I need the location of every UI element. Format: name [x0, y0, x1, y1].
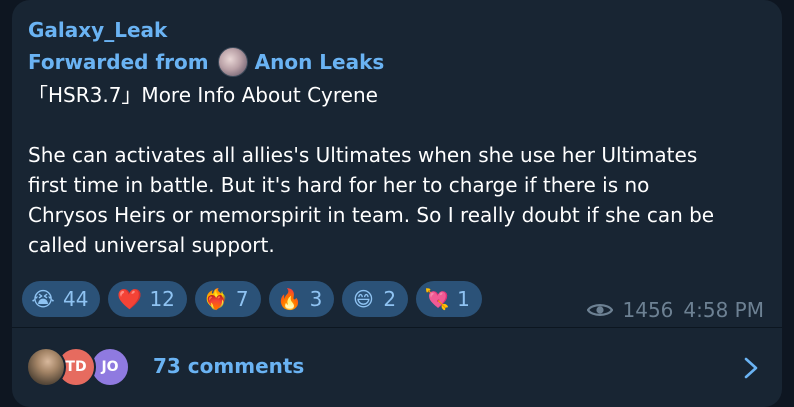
reaction-heart-on-fire[interactable]: ❤️‍🔥 7	[194, 281, 261, 317]
reaction-count: 1	[457, 287, 470, 311]
crying-face-icon: 😭	[31, 287, 55, 311]
comments-count[interactable]: 73 comments	[153, 354, 304, 378]
channel-name[interactable]: Galaxy_Leak	[28, 16, 167, 44]
comments-row[interactable]: TD JO 73 comments	[12, 328, 782, 407]
grinning-face-icon: 😄	[352, 287, 374, 311]
message-meta: 1456 4:58 PM	[586, 298, 764, 322]
reaction-count: 7	[235, 287, 249, 311]
reactions-bar: 😭 44 ❤️ 12 ❤️‍🔥 7 🔥 3 😄 2 💘 1	[22, 281, 482, 317]
reaction-fire[interactable]: 🔥 3	[268, 281, 335, 317]
fire-icon: 🔥	[277, 287, 303, 311]
chevron-right-icon[interactable]	[744, 357, 758, 379]
reaction-heart[interactable]: ❤️ 12	[108, 281, 187, 317]
reaction-heart-arrow[interactable]: 💘 1	[416, 281, 482, 317]
heart-on-fire-icon: ❤️‍🔥	[203, 287, 229, 311]
eye-icon	[586, 304, 613, 316]
reaction-count: 44	[63, 287, 89, 311]
heart-with-arrow-icon: 💘	[424, 287, 450, 311]
message-text: 「HSR3.7」More Info About Cyrene She can a…	[28, 83, 715, 257]
reaction-grin[interactable]: 😄 2	[342, 281, 409, 317]
reaction-count: 12	[149, 287, 175, 311]
forwarded-source[interactable]: Anon Leaks	[255, 50, 385, 74]
view-count: 1456	[622, 298, 674, 322]
source-avatar[interactable]	[217, 47, 248, 77]
avatar: JO	[90, 347, 130, 387]
reaction-count: 3	[309, 287, 323, 311]
reaction-crying[interactable]: 😭 44	[22, 281, 101, 317]
forwarded-label: Forwarded from	[28, 50, 209, 74]
forwarded-header[interactable]: Forwarded from Anon Leaks	[28, 47, 384, 77]
message-time: 4:58 PM	[683, 298, 764, 322]
red-heart-icon: ❤️	[117, 287, 142, 311]
avatar	[26, 347, 66, 387]
reaction-count: 2	[383, 287, 397, 311]
